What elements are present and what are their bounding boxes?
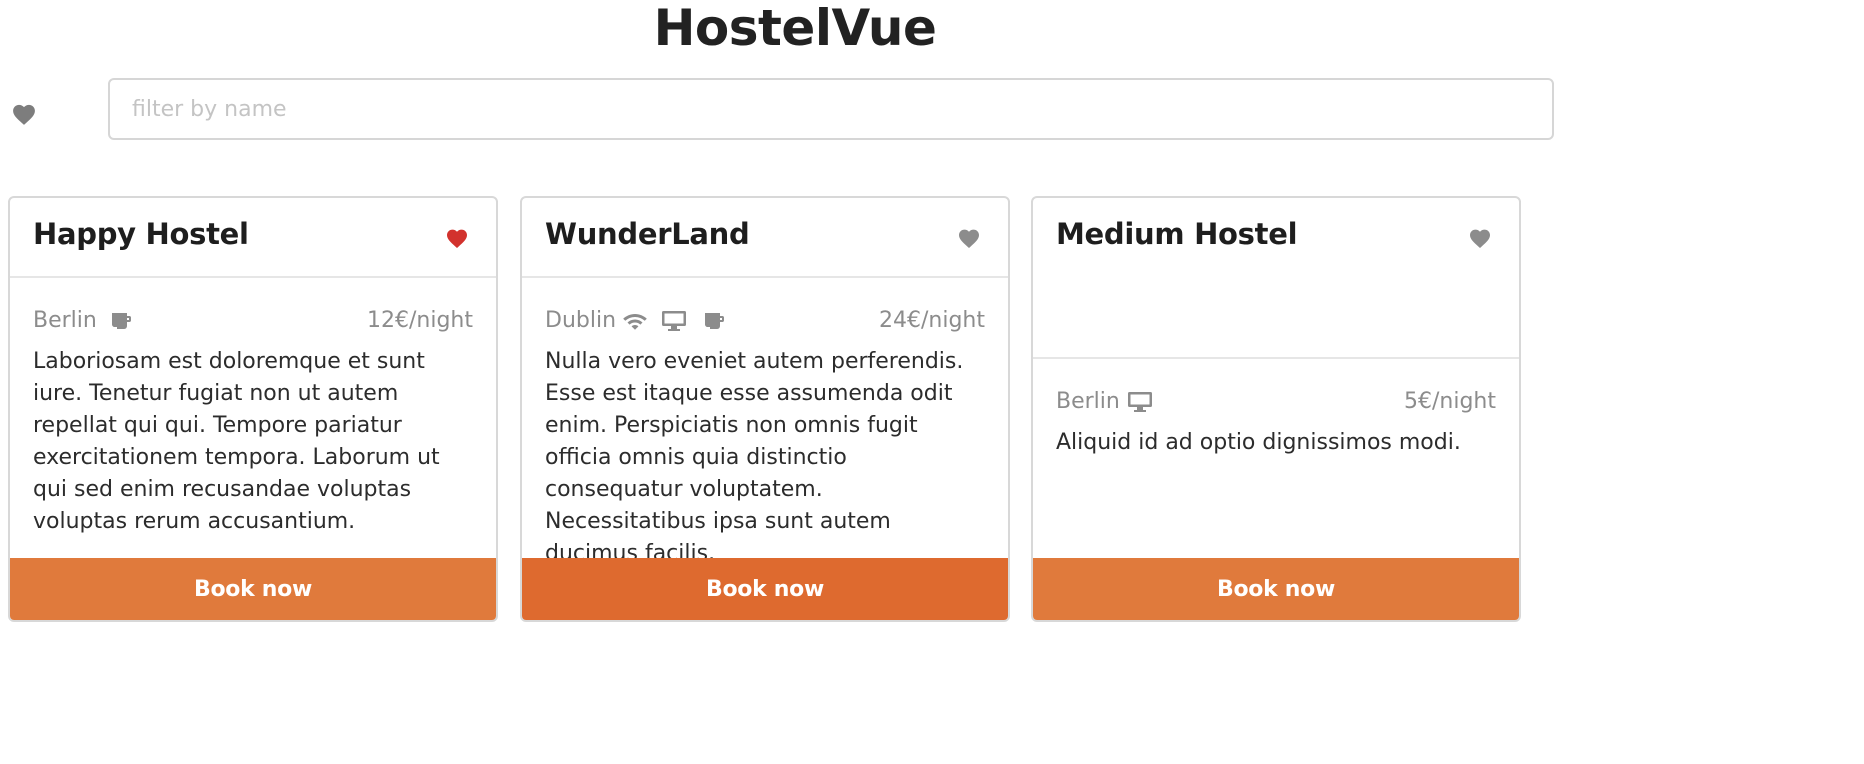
computer-icon: [660, 310, 688, 332]
hostel-description: Laboriosam est doloremque et sunt iure. …: [33, 349, 440, 534]
search-input[interactable]: [108, 78, 1554, 140]
favorite-heart-icon[interactable]: [956, 227, 982, 249]
hostel-name: Happy Hostel: [33, 217, 249, 251]
hostel-location: Dublin: [545, 308, 617, 333]
computer-icon: [1126, 391, 1154, 413]
hostel-description: Aliquid id ad optio dignissimos modi.: [1056, 430, 1461, 455]
hostel-name: WunderLand: [545, 217, 750, 251]
hostel-location: Berlin: [1056, 389, 1120, 414]
hostel-description: Nulla vero eveniet autem perferendis. Es…: [545, 349, 964, 566]
book-now-button[interactable]: Book now: [522, 558, 1008, 620]
book-now-button[interactable]: Book now: [1033, 558, 1519, 620]
favorite-heart-icon[interactable]: [444, 227, 470, 249]
book-now-button[interactable]: Book now: [10, 558, 496, 620]
hostel-name: Medium Hostel: [1056, 217, 1298, 251]
hostel-price: 12€/night: [367, 308, 473, 333]
hostel-card: Happy Hostel Berlin 12€/night Laboriosam…: [8, 196, 498, 622]
app-title: HostelVue: [653, 0, 937, 57]
favorite-heart-icon[interactable]: [1467, 227, 1493, 249]
hostel-price: 5€/night: [1404, 389, 1496, 414]
hostel-price: 24€/night: [879, 308, 985, 333]
favorites-filter-heart-icon[interactable]: [10, 102, 38, 126]
breakfast-icon: [702, 310, 726, 332]
hostel-card: Medium Hostel Berlin 5€/night Aliquid id…: [1031, 196, 1521, 622]
hostel-location: Berlin: [33, 308, 97, 333]
wifi-icon: [622, 310, 647, 332]
hostel-card: WunderLand Dublin 24€/night Nulla vero e…: [520, 196, 1010, 622]
breakfast-icon: [109, 310, 133, 332]
